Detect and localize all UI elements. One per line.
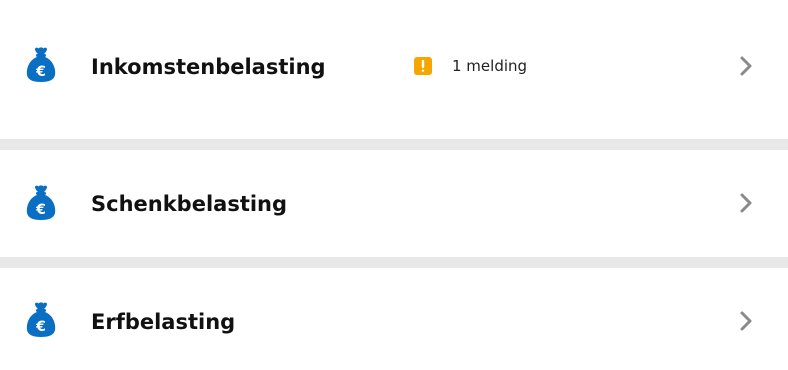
chevron-right-icon xyxy=(740,193,752,213)
money-bag-euro-icon: € xyxy=(26,185,56,220)
notification-badge: 1 melding xyxy=(414,55,527,77)
item-title: Erfbelasting xyxy=(91,310,236,334)
divider xyxy=(0,257,788,268)
item-title: Schenkbelasting xyxy=(91,192,288,216)
list-item-erfbelasting[interactable]: € Erfbelasting xyxy=(0,268,788,370)
svg-text:€: € xyxy=(35,319,46,335)
item-title: Inkomstenbelasting xyxy=(91,55,326,79)
svg-text:€: € xyxy=(35,202,46,218)
list-item-schenkbelasting[interactable]: € Schenkbelasting xyxy=(0,150,788,257)
money-bag-euro-icon: € xyxy=(26,302,56,337)
money-bag-euro-icon: € xyxy=(26,47,56,82)
warning-exclamation-icon xyxy=(414,57,432,75)
chevron-right-icon xyxy=(740,56,752,76)
chevron-right-icon xyxy=(740,311,752,331)
notification-text: 1 melding xyxy=(452,57,528,75)
tax-list: € Inkomstenbelasting 1 melding € Schenkb… xyxy=(0,0,788,370)
divider xyxy=(0,139,788,150)
list-item-inkomstenbelasting[interactable]: € Inkomstenbelasting 1 melding xyxy=(0,0,788,139)
svg-text:€: € xyxy=(35,64,46,80)
